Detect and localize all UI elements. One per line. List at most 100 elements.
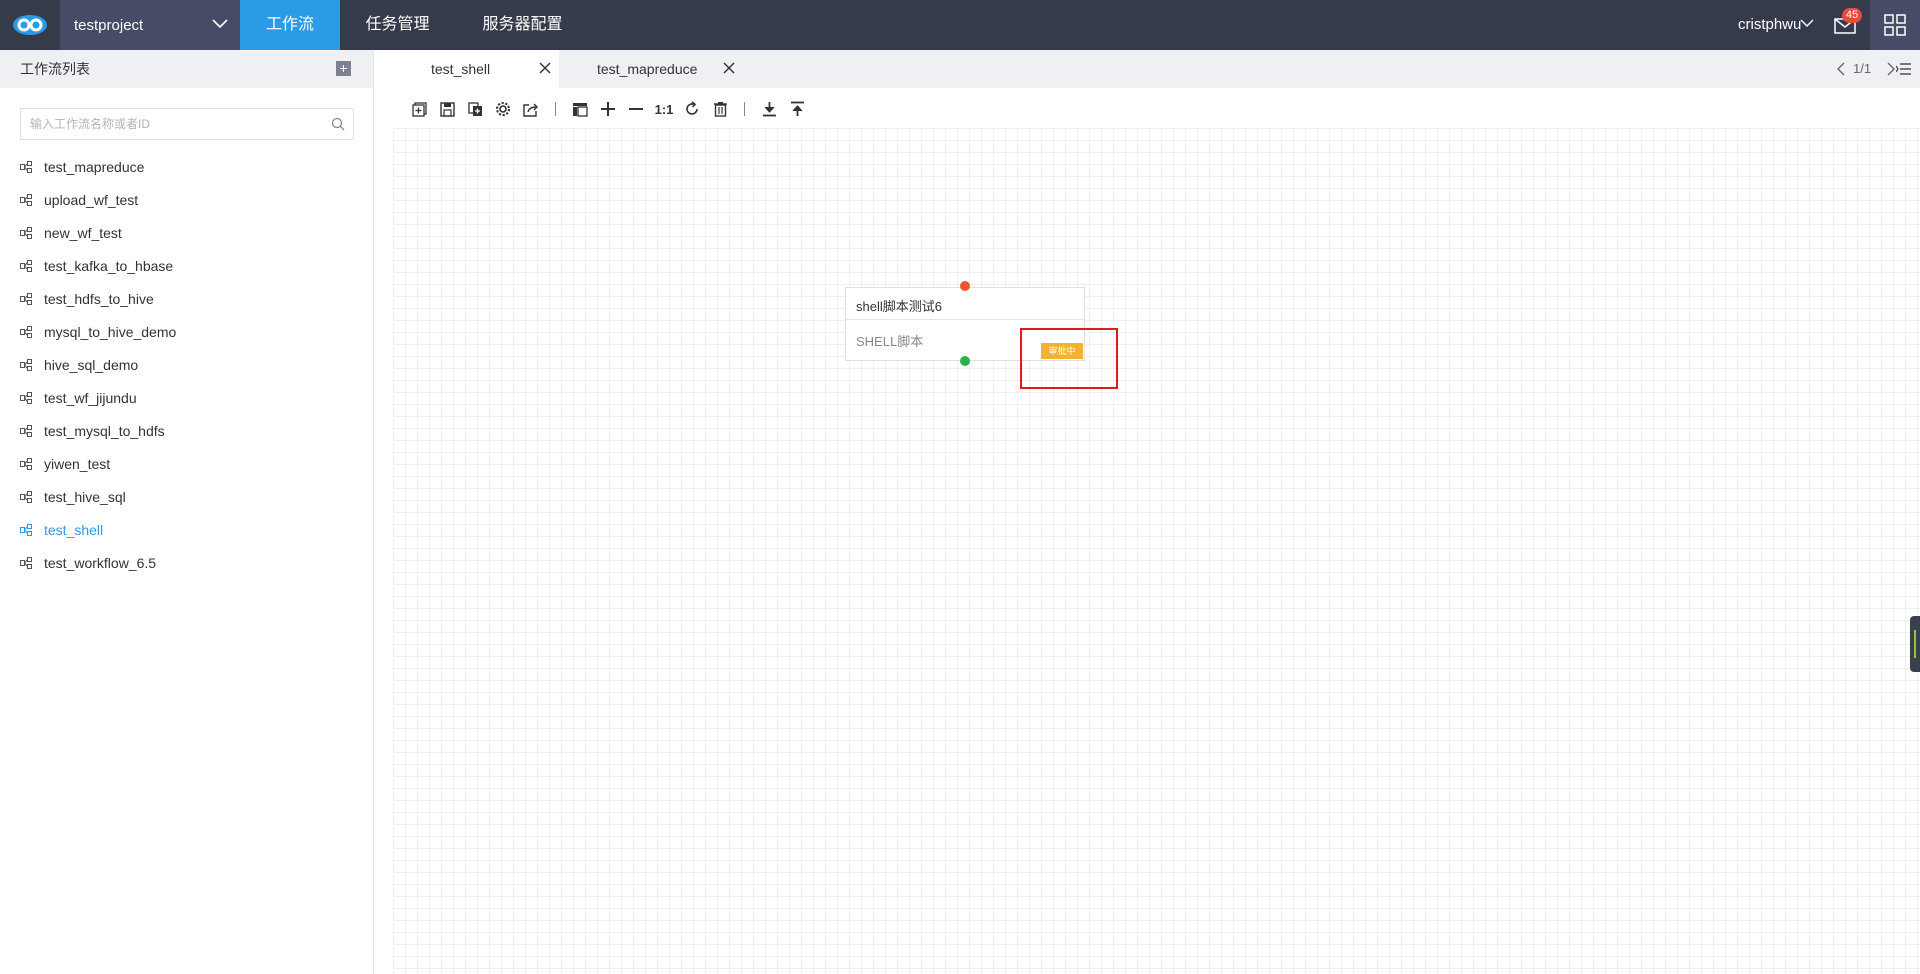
- tab-label: test_shell: [431, 61, 491, 77]
- tab-test-mapreduce[interactable]: test_mapreduce: [559, 50, 743, 88]
- logo[interactable]: [0, 0, 60, 50]
- copy-icon: [467, 101, 482, 116]
- highlight-annotation: [1020, 328, 1118, 389]
- sidebar-header: 工作流列表 +: [0, 50, 373, 88]
- gear-icon: [496, 102, 510, 116]
- close-icon[interactable]: [539, 62, 551, 74]
- workflow-list-item-label: test_kafka_to_hbase: [44, 257, 174, 274]
- search-input[interactable]: [21, 109, 353, 139]
- workflow-icon: [20, 457, 32, 470]
- workflow-list-item[interactable]: upload_wf_test: [0, 183, 374, 216]
- toolbar-divider: [744, 102, 745, 116]
- workflow-list-item[interactable]: test_wf_jijundu: [0, 381, 374, 414]
- zoom-reset-button[interactable]: 1:1: [654, 100, 674, 118]
- layout-button[interactable]: [571, 100, 589, 118]
- workflow-icon: [20, 490, 32, 503]
- save-icon: [439, 101, 455, 117]
- copy-button[interactable]: [466, 100, 484, 118]
- download-button[interactable]: [760, 100, 778, 118]
- workflow-list-item[interactable]: yiwen_test: [0, 447, 374, 480]
- node-divider: [846, 319, 1084, 320]
- grid-icon: [1884, 14, 1906, 36]
- workflow-list-item-label: hive_sql_demo: [44, 356, 139, 373]
- workflow-list-item-label: upload_wf_test: [44, 191, 139, 208]
- workflow-icon: [20, 358, 32, 371]
- workflow-icon: [20, 259, 32, 272]
- node-output-port[interactable]: [960, 356, 970, 366]
- workflow-list-item-label: test_workflow_6.5: [44, 554, 157, 571]
- workflow-list-item-label: test_hive_sql: [44, 488, 126, 505]
- project-selector[interactable]: testproject: [60, 0, 240, 50]
- side-panel-handle[interactable]: [1910, 616, 1920, 672]
- zoom-in-button[interactable]: [599, 100, 617, 118]
- export-button[interactable]: [522, 100, 540, 118]
- share-icon: [523, 103, 538, 117]
- workflow-icon: [20, 424, 32, 437]
- workflow-list-item-label: test_wf_jijundu: [44, 389, 137, 406]
- workflow-list-item[interactable]: test_hdfs_to_hive: [0, 282, 374, 315]
- sidebar-title: 工作流列表: [20, 61, 90, 77]
- workflow-search: [20, 108, 354, 140]
- chevron-left-icon[interactable]: [1836, 62, 1846, 76]
- toolbar-divider: [555, 102, 556, 116]
- new-node-button[interactable]: [410, 100, 428, 118]
- workflow-canvas[interactable]: [393, 128, 1920, 974]
- workflow-list: test_mapreduce upload_wf_test new_wf_testt…: [0, 150, 374, 579]
- apps-button[interactable]: [1870, 0, 1920, 50]
- refresh-button[interactable]: [683, 100, 701, 118]
- add-workflow-button[interactable]: +: [336, 61, 351, 76]
- chevron-right-icon[interactable]: [1886, 62, 1896, 76]
- top-bar: testproject 工作流 任务管理 服务器配置 cristphwu 45: [0, 0, 1920, 50]
- tab-list-icon[interactable]: [1896, 62, 1912, 76]
- workflow-icon: [20, 325, 32, 338]
- nav-workflow[interactable]: 工作流: [240, 0, 340, 50]
- upload-button[interactable]: [788, 100, 806, 118]
- delete-button[interactable]: [711, 100, 729, 118]
- project-name: testproject: [74, 16, 144, 34]
- add-box-icon: [411, 101, 427, 117]
- workflow-icon: [20, 391, 32, 404]
- user-name: cristphwu: [1738, 16, 1802, 33]
- user-menu[interactable]: cristphwu: [1738, 0, 1801, 50]
- trash-icon: [713, 102, 727, 117]
- workflow-list-item[interactable]: new_wf_test: [0, 216, 374, 249]
- workflow-list-item-label: mysql_to_hive_demo: [44, 323, 177, 340]
- nav-server-config[interactable]: 服务器配置: [455, 0, 590, 50]
- zoom-reset-label: 1:1: [654, 101, 674, 117]
- workflow-icon: [20, 193, 32, 206]
- workflow-list-item[interactable]: test_hive_sql: [0, 480, 374, 513]
- workflow-list-item[interactable]: test_kafka_to_hbase: [0, 249, 374, 282]
- mail-count-badge: 45: [1842, 8, 1862, 23]
- workflow-list-item[interactable]: test_shell: [0, 513, 374, 546]
- tab-pager: 1/1: [1853, 61, 1872, 76]
- tab-test-shell[interactable]: test_shell: [375, 50, 559, 88]
- upload-icon: [790, 101, 804, 116]
- workflow-list-item-label: test_hdfs_to_hive: [44, 290, 154, 307]
- workflow-icon: [20, 292, 32, 305]
- node-type: SHELL脚本: [856, 334, 924, 349]
- settings-button[interactable]: [494, 100, 512, 118]
- layout-icon: [573, 102, 588, 117]
- workflow-list-item[interactable]: test_mapreduce: [0, 150, 374, 183]
- workflow-list-item[interactable]: test_workflow_6.5: [0, 546, 374, 579]
- close-icon[interactable]: [723, 62, 735, 74]
- workflow-list-item-label: yiwen_test: [44, 455, 111, 472]
- workflow-icon: [20, 523, 32, 536]
- workflow-list-item[interactable]: test_mysql_to_hdfs: [0, 414, 374, 447]
- save-button[interactable]: [438, 100, 456, 118]
- node-input-port[interactable]: [960, 281, 970, 291]
- logo-icon: [13, 15, 47, 35]
- download-icon: [762, 102, 776, 117]
- workflow-list-item-label: test_mysql_to_hdfs: [44, 422, 165, 439]
- chevron-down-icon[interactable]: [1800, 19, 1814, 29]
- workflow-sidebar: 工作流列表 + test_mapreduce upload_wf_test new_…: [0, 50, 374, 974]
- chevron-down-icon: [212, 19, 228, 29]
- workflow-list-item[interactable]: mysql_to_hive_demo: [0, 315, 374, 348]
- zoom-out-button[interactable]: [627, 100, 645, 118]
- workflow-list-item-label: test_mapreduce: [44, 158, 145, 175]
- workflow-list-item[interactable]: hive_sql_demo: [0, 348, 374, 381]
- nav-task-management[interactable]: 任务管理: [340, 0, 455, 50]
- search-icon[interactable]: [331, 117, 345, 131]
- workflow-icon: [20, 160, 32, 173]
- workflow-list-item-label: test_shell: [44, 521, 104, 538]
